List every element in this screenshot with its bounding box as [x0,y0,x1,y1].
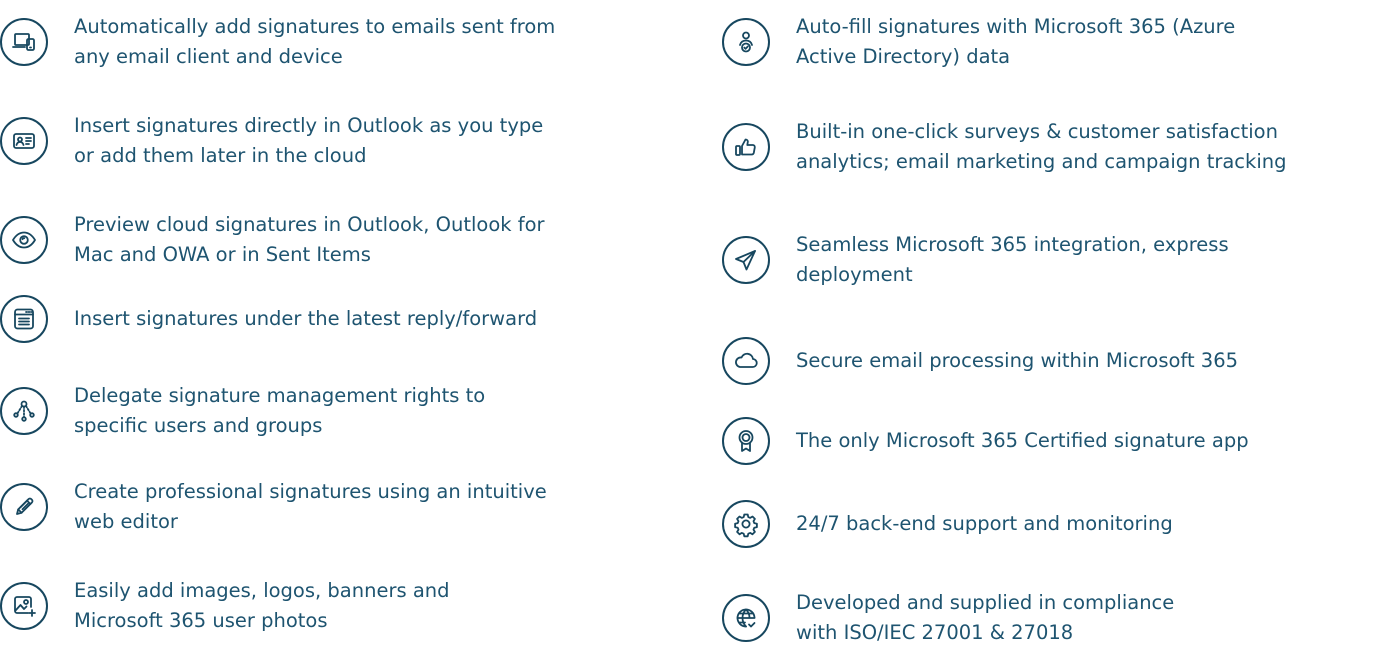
feature-auto-add-signatures: Automatically add signatures to emails s… [0,12,555,72]
eye-icon [0,216,48,264]
feature-text: Easily add images, logos, banners and Mi… [74,579,450,632]
feature-insert-in-outlook: Insert signatures directly in Outlook as… [0,111,543,171]
globe-check-icon [722,594,770,642]
feature-text: Auto-fill signatures with Microsoft 365 … [796,15,1236,68]
id-card-icon [0,117,48,165]
feature-auto-fill-azure: Auto-fill signatures with Microsoft 365 … [722,12,1235,72]
feature-text: 24/7 back-end support and monitoring [796,512,1173,535]
cloud-icon [722,337,770,385]
feature-certified-app: The only Microsoft 365 Certified signatu… [722,417,1249,465]
feature-iso-compliance: Developed and supplied in compliance wit… [722,588,1174,648]
feature-add-images: Easily add images, logos, banners and Mi… [0,576,450,636]
feature-text: Automatically add signatures to emails s… [74,15,556,68]
thumbs-up-icon [722,123,770,171]
award-icon [722,417,770,465]
user-check-icon [722,18,770,66]
feature-web-editor: Create professional signatures using an … [0,477,547,537]
feature-text: Preview cloud signatures in Outlook, Out… [74,213,545,266]
feature-support-monitoring: 24/7 back-end support and monitoring [722,500,1173,548]
feature-text: Insert signatures under the latest reply… [74,307,538,330]
gear-icon [722,500,770,548]
paper-plane-icon [722,236,770,284]
feature-delegate-management: Delegate signature management rights to … [0,381,485,441]
feature-surveys-analytics: Built-in one-click surveys & customer sa… [722,117,1286,177]
feature-m365-integration: Seamless Microsoft 365 integration, expr… [722,230,1229,290]
feature-insert-under-reply: Insert signatures under the latest reply… [0,295,537,343]
feature-text: Seamless Microsoft 365 integration, expr… [796,233,1229,286]
feature-text: The only Microsoft 365 Certified signatu… [796,429,1249,452]
devices-icon [0,18,48,66]
feature-text: Delegate signature management rights to … [74,384,486,437]
feature-text: Insert signatures directly in Outlook as… [74,114,544,167]
network-icon [0,387,48,435]
feature-preview-cloud-signatures: Preview cloud signatures in Outlook, Out… [0,210,545,270]
feature-text: Built-in one-click surveys & customer sa… [796,120,1287,173]
window-icon [0,295,48,343]
feature-text: Create professional signatures using an … [74,480,547,533]
feature-secure-processing: Secure email processing within Microsoft… [722,337,1238,385]
feature-text: Developed and supplied in compliance wit… [796,591,1175,644]
add-image-icon [0,582,48,630]
pencil-icon [0,483,48,531]
feature-text: Secure email processing within Microsoft… [796,349,1239,372]
